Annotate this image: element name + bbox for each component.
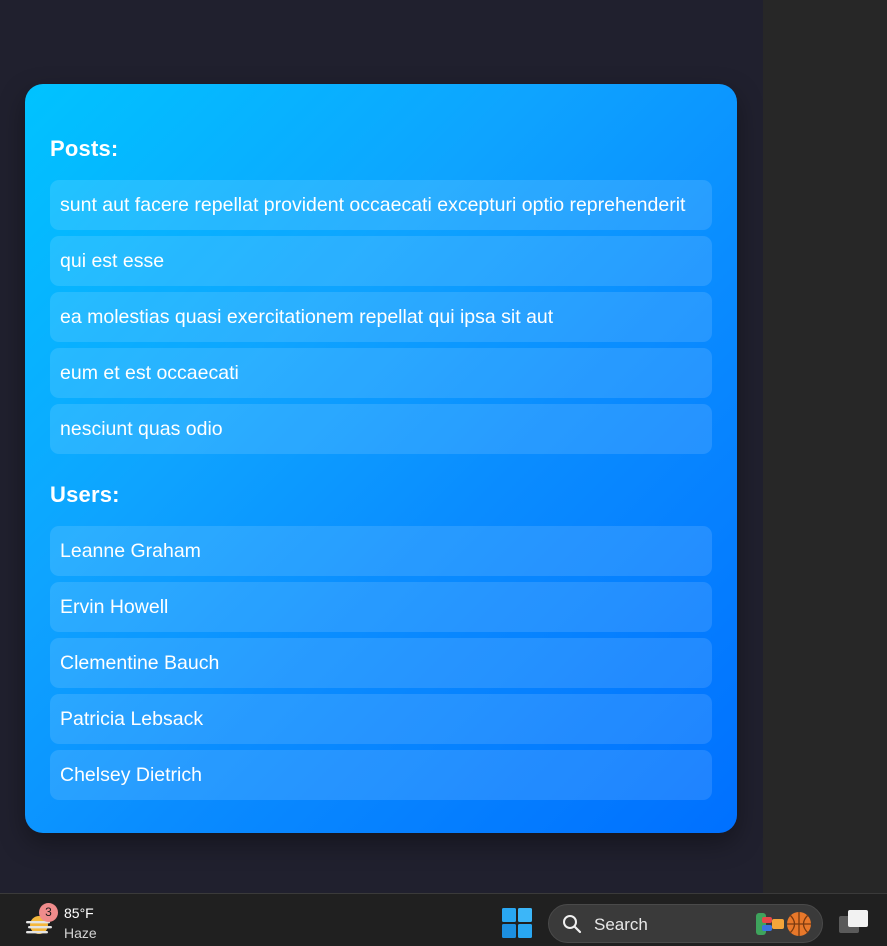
search-highlight-icon[interactable] <box>754 909 816 939</box>
post-item[interactable]: sunt aut facere repellat provident occae… <box>50 180 712 230</box>
users-list: Leanne Graham Ervin Howell Clementine Ba… <box>50 526 712 806</box>
taskbar: 3 85°F Haze Search <box>0 893 887 946</box>
user-item[interactable]: Patricia Lebsack <box>50 694 712 744</box>
post-item[interactable]: qui est esse <box>50 236 712 286</box>
notification-badge: 3 <box>39 903 58 922</box>
weather-temperature: 85°F <box>64 905 94 921</box>
app-window: Posts: sunt aut facere repellat providen… <box>0 0 763 893</box>
taskbar-search[interactable]: Search <box>548 904 823 943</box>
content-card: Posts: sunt aut facere repellat providen… <box>25 84 737 833</box>
users-heading: Users: <box>50 482 120 507</box>
background-window-strip <box>763 0 887 893</box>
user-item[interactable]: Clementine Bauch <box>50 638 712 688</box>
user-item[interactable]: Chelsey Dietrich <box>50 750 712 800</box>
post-item[interactable]: ea molestias quasi exercitationem repell… <box>50 292 712 342</box>
search-icon <box>563 915 582 934</box>
posts-list: sunt aut facere repellat provident occae… <box>50 180 712 460</box>
user-item[interactable]: Leanne Graham <box>50 526 712 576</box>
task-view-icon[interactable] <box>836 907 872 937</box>
weather-widget[interactable]: 3 85°F Haze <box>22 902 112 942</box>
windows-start-icon[interactable] <box>500 906 534 940</box>
post-item[interactable]: eum et est occaecati <box>50 348 712 398</box>
post-item[interactable]: nesciunt quas odio <box>50 404 712 454</box>
posts-heading: Posts: <box>50 136 119 161</box>
user-item[interactable]: Ervin Howell <box>50 582 712 632</box>
weather-condition: Haze <box>64 925 97 941</box>
search-label: Search <box>594 915 648 934</box>
